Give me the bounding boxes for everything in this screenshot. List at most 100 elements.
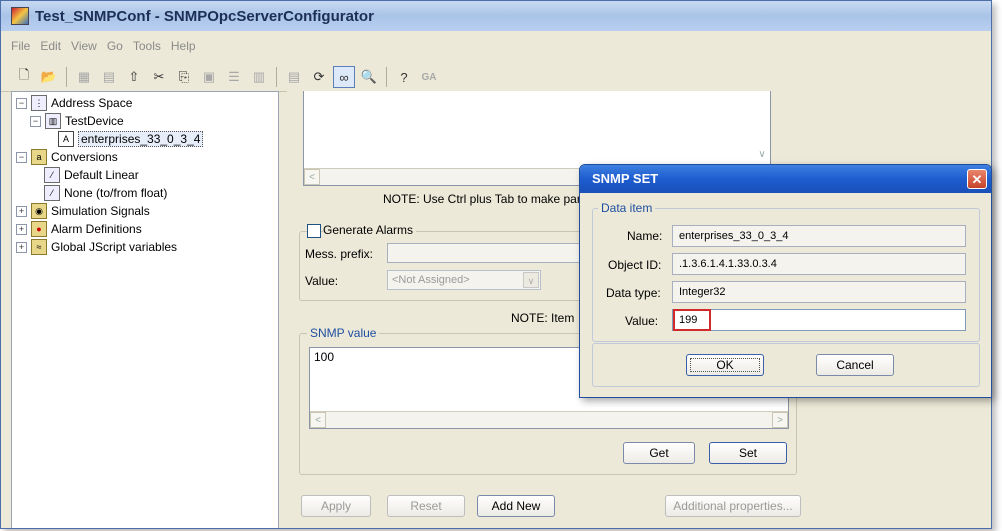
tree-label: Alarm Definitions <box>51 222 142 236</box>
tree-item-enterprises[interactable]: A enterprises_33_0_3_4 <box>58 130 204 148</box>
data-type-field: Integer32 <box>672 281 966 303</box>
tree-item-none-float[interactable]: ⁄ None (to/from float) <box>44 184 167 202</box>
alarm-icon: ● <box>31 221 47 237</box>
tree-item-test-device[interactable]: − ▥ TestDevice <box>30 112 124 130</box>
menu-edit[interactable]: Edit <box>40 39 61 59</box>
additional-properties-button[interactable]: Additional properties... <box>665 495 801 517</box>
note-ctrl-tab: NOTE: Use Ctrl plus Tab to make par <box>383 192 581 206</box>
collapse-icon[interactable]: − <box>16 97 27 109</box>
copy-icon[interactable]: ⎘ <box>173 66 195 88</box>
tree-item-simulation-signals[interactable]: + ◉ Simulation Signals <box>16 202 150 220</box>
collapse-icon[interactable]: − <box>16 151 27 163</box>
help-icon[interactable]: ? <box>393 66 415 88</box>
tree-label: Global JScript variables <box>51 240 178 254</box>
window-title: Test_SNMPConf - SNMPOpcServerConfigurato… <box>35 7 374 25</box>
generate-alarms-checkbox[interactable] <box>307 224 321 238</box>
tree-label: Conversions <box>51 150 118 164</box>
scroll-down-icon[interactable]: ∨ <box>754 147 770 163</box>
list-view-icon[interactable]: ☰ <box>223 66 245 88</box>
paste-icon[interactable]: ▣ <box>198 66 220 88</box>
tree-label: Address Space <box>51 96 133 110</box>
horizontal-scrollbar[interactable]: < > <box>310 411 788 428</box>
tree-item-alarm-definitions[interactable]: + ● Alarm Definitions <box>16 220 142 238</box>
script-icon: ≈ <box>31 239 47 255</box>
menu-go[interactable]: Go <box>107 39 123 59</box>
tree-item-global-jscript[interactable]: + ≈ Global JScript variables <box>16 238 177 256</box>
name-field: enterprises_33_0_3_4 <box>672 225 966 247</box>
device-icon: ▥ <box>45 113 61 129</box>
open-icon[interactable]: 📂 <box>38 66 60 88</box>
dialog-buttons-group <box>592 343 980 387</box>
tree-item-default-linear[interactable]: ⁄ Default Linear <box>44 166 139 184</box>
address-space-tree[interactable]: − ⋮ Address Space − ▥ TestDevice A enter… <box>11 91 279 528</box>
add-new-button[interactable]: Add New <box>477 495 555 517</box>
snmp-set-dialog: SNMP SET ✕ Data item Name: enterprises_3… <box>579 164 992 398</box>
apply-button[interactable]: Apply <box>301 495 371 517</box>
tree-label: TestDevice <box>65 114 124 128</box>
menu-view[interactable]: View <box>71 39 97 59</box>
tree-label: Simulation Signals <box>51 204 150 218</box>
data-type-label: Data type: <box>606 286 661 300</box>
alarm-value-selected: <Not Assigned> <box>392 274 470 286</box>
menu-help[interactable]: Help <box>171 39 196 59</box>
get-button[interactable]: Get <box>623 442 695 464</box>
menu-tools[interactable]: Tools <box>133 39 161 59</box>
value-input[interactable]: 199 <box>672 309 966 331</box>
conversion-icon: ⁄ <box>44 167 60 183</box>
item-icon: A <box>58 131 74 147</box>
new-icon[interactable]: 🗋 <box>13 66 35 88</box>
scroll-left-icon[interactable]: < <box>304 169 320 185</box>
properties-icon[interactable]: ▤ <box>283 66 305 88</box>
conversion-icon: ⁄ <box>44 185 60 201</box>
name-label: Name: <box>627 229 663 243</box>
toolbar: 🗋 📂 ▦ ▤ ⇧ ✂ ⎘ ▣ ☰ ▥ ▤ ⟳ ∞ 🔍 ? GA <box>1 63 991 92</box>
expand-icon[interactable]: + <box>16 205 27 217</box>
alarm-value-select[interactable]: <Not Assigned> ∨ <box>387 270 541 290</box>
value-label: Value: <box>625 314 659 328</box>
menu-file[interactable]: File <box>11 39 30 59</box>
monitor-icon[interactable]: ∞ <box>333 66 355 88</box>
cut-icon[interactable]: ✂ <box>148 66 170 88</box>
mess-prefix-input[interactable] <box>387 243 587 263</box>
collapse-icon[interactable]: − <box>30 115 41 127</box>
ga-icon[interactable]: GA <box>418 66 440 88</box>
address-space-icon: ⋮ <box>31 95 47 111</box>
add-device-icon[interactable]: ▦ <box>73 66 95 88</box>
snmp-value-legend: SNMP value <box>307 326 380 340</box>
snmp-value-text: 100 <box>314 350 335 364</box>
chevron-down-icon[interactable]: ∨ <box>523 272 539 288</box>
object-id-field: .1.3.6.1.4.1.33.0.3.4 <box>672 253 966 275</box>
set-button[interactable]: Set <box>709 442 787 464</box>
details-view-icon[interactable]: ▥ <box>248 66 270 88</box>
tree-item-address-space[interactable]: − ⋮ Address Space <box>16 94 132 112</box>
focus-rect <box>690 358 760 372</box>
simulation-icon: ◉ <box>31 203 47 219</box>
title-bar: Test_SNMPConf - SNMPOpcServerConfigurato… <box>1 1 991 31</box>
add-item-icon[interactable]: ▤ <box>98 66 120 88</box>
value-input-text: 199 <box>673 309 711 331</box>
ok-button[interactable]: OK <box>686 354 764 376</box>
expand-icon[interactable]: + <box>16 223 27 235</box>
object-id-label: Object ID: <box>608 258 662 272</box>
search-icon[interactable]: 🔍 <box>358 66 380 88</box>
generate-alarms-label: Generate Alarms <box>323 223 417 237</box>
up-folder-icon[interactable]: ⇧ <box>123 66 145 88</box>
toolbar-separator <box>66 67 67 87</box>
reset-button[interactable]: Reset <box>387 495 465 517</box>
menu-bar: File Edit View Go Tools Help <box>1 39 196 59</box>
tree-item-conversions[interactable]: − a Conversions <box>16 148 118 166</box>
expand-icon[interactable]: + <box>16 241 27 253</box>
dialog-title: SNMP SET <box>580 165 991 193</box>
scroll-left-icon[interactable]: < <box>310 412 326 428</box>
data-item-legend: Data item <box>598 201 656 215</box>
note-item: NOTE: Item <box>511 311 575 325</box>
scroll-right-icon[interactable]: > <box>772 412 788 428</box>
alarm-value-label: Value: <box>305 274 339 288</box>
toolbar-separator <box>276 67 277 87</box>
tree-label-selected: enterprises_33_0_3_4 <box>78 131 204 147</box>
cancel-button[interactable]: Cancel <box>816 354 894 376</box>
refresh-icon[interactable]: ⟳ <box>308 66 330 88</box>
toolbar-separator <box>386 67 387 87</box>
close-icon[interactable]: ✕ <box>967 169 987 189</box>
tree-label: None (to/from float) <box>64 186 168 200</box>
